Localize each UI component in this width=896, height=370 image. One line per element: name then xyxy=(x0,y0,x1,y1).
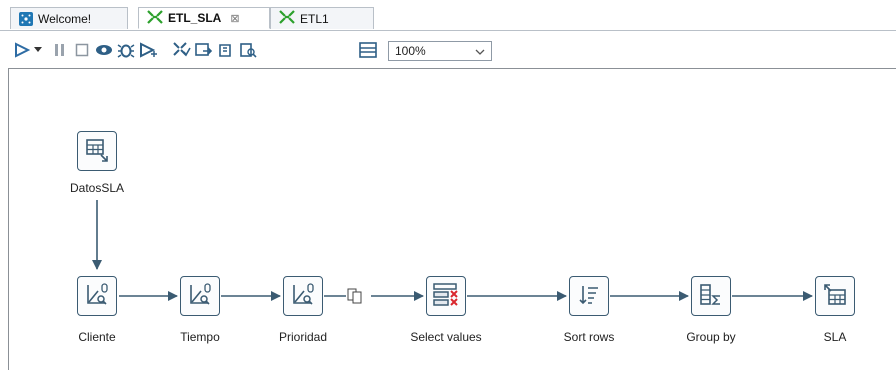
table-output-icon xyxy=(822,282,848,311)
tab-etl-sla[interactable]: ETL_SLA ⊠ xyxy=(138,7,270,29)
transformation-icon xyxy=(279,10,295,27)
zoom-value: 100% xyxy=(395,44,426,58)
transformation-canvas[interactable]: DatosSLA Cliente Tiempo Prioridad Select… xyxy=(8,68,896,370)
step-label-prioridad: Prioridad xyxy=(278,330,328,344)
lookup-icon xyxy=(84,282,110,311)
welcome-icon xyxy=(19,11,33,26)
run-dropdown-icon[interactable] xyxy=(32,40,44,60)
debug-icon[interactable] xyxy=(116,40,136,60)
step-group-by[interactable] xyxy=(691,276,731,316)
copy-rows-icon xyxy=(347,288,362,304)
tab-label: ETL1 xyxy=(300,11,329,26)
editor-tab-bar: Welcome! ETL_SLA ⊠ ETL1 xyxy=(0,0,896,31)
transformation-icon xyxy=(147,9,163,27)
stop-icon[interactable] xyxy=(72,40,92,60)
transformation-toolbar: 100% xyxy=(0,34,896,66)
chevron-down-icon xyxy=(475,44,485,58)
step-label-sla: SLA xyxy=(823,330,847,344)
hops-layer xyxy=(92,200,813,304)
tab-etl1[interactable]: ETL1 xyxy=(270,7,374,29)
run-icon[interactable] xyxy=(12,40,32,60)
lookup-icon xyxy=(290,282,316,311)
tab-welcome[interactable]: Welcome! xyxy=(10,7,128,29)
step-select-values[interactable] xyxy=(426,276,466,316)
lookup-icon xyxy=(187,282,213,311)
step-sort-rows[interactable] xyxy=(569,276,609,316)
impact-icon[interactable] xyxy=(194,40,214,60)
verify-icon[interactable] xyxy=(172,40,192,60)
replay-icon[interactable] xyxy=(138,40,158,60)
results-pane-icon[interactable] xyxy=(358,40,378,60)
step-label-cliente: Cliente xyxy=(78,330,116,344)
tab-label: Welcome! xyxy=(38,11,92,26)
sort-icon xyxy=(577,283,601,310)
step-label-sort-rows: Sort rows xyxy=(563,330,615,344)
group-by-icon xyxy=(698,283,724,310)
step-label-tiempo: Tiempo xyxy=(180,330,220,344)
zoom-select[interactable]: 100% xyxy=(388,41,492,61)
step-cliente[interactable] xyxy=(77,276,117,316)
step-label-datossla: DatosSLA xyxy=(69,181,125,195)
sql-icon[interactable] xyxy=(216,40,236,60)
step-label-select-values: Select values xyxy=(410,330,482,344)
close-icon[interactable]: ⊠ xyxy=(230,12,239,25)
tab-label: ETL_SLA xyxy=(168,11,222,25)
step-tiempo[interactable] xyxy=(180,276,220,316)
step-prioridad[interactable] xyxy=(283,276,323,316)
preview-icon[interactable] xyxy=(94,40,114,60)
step-label-group-by: Group by xyxy=(686,330,736,344)
table-input-icon xyxy=(84,137,110,166)
explore-db-icon[interactable] xyxy=(238,40,258,60)
step-datossla[interactable] xyxy=(77,131,117,171)
step-sla[interactable] xyxy=(815,276,855,316)
select-values-icon xyxy=(432,282,460,311)
pause-icon[interactable] xyxy=(50,40,70,60)
